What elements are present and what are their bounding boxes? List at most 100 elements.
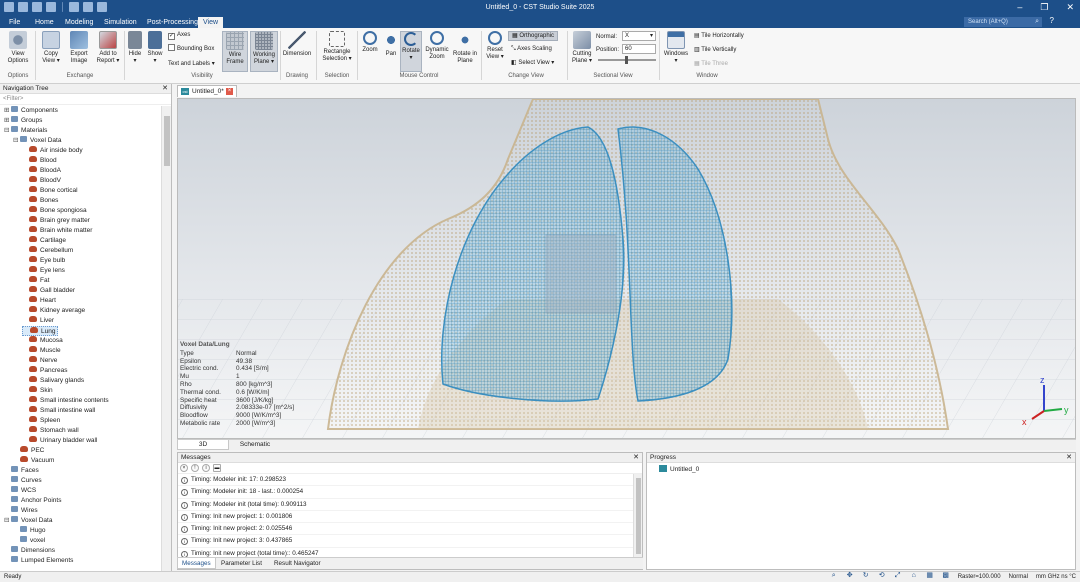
- tree-item[interactable]: Liver: [22, 316, 54, 326]
- tree-item[interactable]: BloodA: [22, 166, 61, 176]
- scrollbar-thumb[interactable]: [636, 478, 641, 554]
- tab-post-processing[interactable]: Post-Processing: [142, 17, 203, 28]
- position-input[interactable]: 60: [622, 44, 656, 54]
- rotate-button[interactable]: Rotate ▾: [400, 31, 422, 72]
- position-slider-thumb[interactable]: [625, 56, 628, 64]
- tree-item[interactable]: Curves: [4, 476, 42, 486]
- tree-item[interactable]: Eye bulb: [22, 256, 65, 266]
- close-icon[interactable]: ✕: [1066, 2, 1074, 12]
- message-row[interactable]: i Timing: Modeler init: 17: 0.298523: [178, 474, 634, 487]
- zoom-icon[interactable]: ⌕: [830, 572, 838, 580]
- zoom-button[interactable]: Zoom: [360, 31, 380, 54]
- tab-result-navigator[interactable]: Result Navigator: [270, 558, 325, 569]
- 3d-viewport[interactable]: z y x Voxel Data/Lung Type Normal Epsilon 4…: [177, 98, 1076, 439]
- tree-item[interactable]: Faces: [4, 466, 39, 476]
- tree-item[interactable]: Nerve: [22, 356, 57, 366]
- tree-item[interactable]: Heart: [22, 296, 56, 306]
- rotate-in-plane-button[interactable]: Rotate in Plane: [452, 31, 478, 65]
- tree-item[interactable]: Cartilage: [22, 236, 66, 246]
- dimension-button[interactable]: Dimension: [282, 31, 312, 58]
- message-row[interactable]: i Timing: Init new project: 3: 0.437865: [178, 535, 634, 548]
- tree-item[interactable]: Eye lens: [22, 266, 65, 276]
- tree-item[interactable]: Urinary bladder wall: [22, 436, 97, 446]
- tab-home[interactable]: Home: [30, 17, 59, 28]
- flag-icon[interactable]: ▬: [213, 464, 221, 472]
- tree-item[interactable]: PEC: [13, 446, 44, 456]
- export-image-button[interactable]: Export Image: [66, 31, 92, 65]
- pan-icon[interactable]: ✥: [846, 572, 854, 580]
- warning-filter-icon[interactable]: !: [191, 464, 199, 472]
- view-options-button[interactable]: View Options: [4, 31, 32, 65]
- working-plane-button[interactable]: Working Plane ▾: [250, 31, 278, 72]
- expand-toggle-icon[interactable]: ⊟: [4, 126, 11, 136]
- tab-view[interactable]: View: [198, 17, 224, 28]
- info-filter-icon[interactable]: i: [202, 464, 210, 472]
- normal-select[interactable]: X ▾: [622, 31, 656, 41]
- close-icon[interactable]: ✕: [162, 84, 168, 94]
- tree-item[interactable]: Dimensions: [4, 546, 55, 556]
- tree-scrollbar[interactable]: [161, 106, 171, 571]
- reset-view-button[interactable]: Reset View ▾: [484, 31, 506, 61]
- tree-item[interactable]: Spleen: [22, 416, 60, 426]
- tree-item[interactable]: Salivary glands: [22, 376, 84, 386]
- message-row[interactable]: i Timing: Modeler init: 18 - last.: 0.000…: [178, 486, 634, 499]
- tree-item[interactable]: Bone cortical: [22, 186, 78, 196]
- tree-item[interactable]: Vacuum: [13, 456, 54, 466]
- tree-item[interactable]: BloodV: [22, 176, 61, 186]
- tab-schematic[interactable]: Schematic: [229, 440, 281, 450]
- tree-item[interactable]: ⊞ Groups: [4, 116, 42, 126]
- tree-item[interactable]: Blood: [22, 156, 57, 166]
- messages-scrollbar[interactable]: [633, 474, 642, 558]
- close-icon[interactable]: ✕: [1066, 453, 1072, 463]
- tab-modeling[interactable]: Modeling: [60, 17, 98, 28]
- rotate-dropdown[interactable]: ▾: [409, 55, 412, 61]
- tree-item[interactable]: Small intestine wall: [22, 406, 95, 416]
- tree-item[interactable]: voxel: [13, 536, 45, 546]
- tree-item[interactable]: WCS: [4, 486, 36, 496]
- tree-item[interactable]: Cerebellum: [22, 246, 73, 256]
- tree-item[interactable]: Bone spongiosa: [22, 206, 87, 216]
- tree-item[interactable]: Lung: [22, 326, 59, 336]
- tree-item[interactable]: Lumped Elements: [4, 556, 73, 566]
- tree-item[interactable]: Skin: [22, 386, 53, 396]
- help-icon[interactable]: ?: [1050, 16, 1054, 25]
- cutting-plane-button[interactable]: Cutting Plane ▾: [570, 31, 594, 65]
- rectangle-selection-button[interactable]: Rectangle Selection ▾: [320, 31, 354, 63]
- tab-3d[interactable]: 3D: [177, 440, 229, 450]
- message-row[interactable]: i Timing: Init new project: 1: 0.001806: [178, 511, 634, 524]
- tree-item[interactable]: Stomach wall: [22, 426, 79, 436]
- expand-toggle-icon[interactable]: ⊞: [4, 106, 11, 116]
- tree-item[interactable]: Kidney average: [22, 306, 85, 316]
- scrollbar-thumb[interactable]: [164, 116, 170, 166]
- tree-item[interactable]: Bones: [22, 196, 58, 206]
- tree-item[interactable]: Small intestine contents: [22, 396, 109, 406]
- expand-toggle-icon[interactable]: ⊟: [13, 136, 20, 146]
- tree-item[interactable]: Pancreas: [22, 366, 67, 376]
- document-tab[interactable]: cst Untitled_0* ×: [177, 85, 237, 97]
- tile-three-button[interactable]: ▦ Tile Three: [694, 60, 728, 68]
- message-row[interactable]: i Timing: Modeler init (total time): 0.90…: [178, 499, 634, 511]
- clear-messages-icon[interactable]: ×: [180, 464, 188, 472]
- minimize-icon[interactable]: –: [1017, 2, 1022, 12]
- tree-item[interactable]: Brain grey matter: [22, 216, 90, 226]
- tree-item[interactable]: Anchor Points: [4, 496, 61, 506]
- tab-file[interactable]: File: [4, 17, 25, 28]
- tree-item[interactable]: Fat: [22, 276, 49, 286]
- reset-view-icon[interactable]: ⌂: [910, 572, 918, 580]
- tab-messages[interactable]: Messages: [177, 558, 216, 569]
- nav-filter-input[interactable]: <Filter>: [0, 94, 171, 105]
- axes-scaling-button[interactable]: ⤡ Axes Scaling: [511, 45, 552, 53]
- dynamic-zoom-button[interactable]: Dynamic Zoom: [424, 31, 450, 61]
- tile-horizontally-button[interactable]: ▤ Tile Horizontally: [694, 32, 744, 40]
- rotate-icon[interactable]: ↻: [862, 572, 870, 580]
- wireframe-icon[interactable]: ▦: [926, 572, 934, 580]
- add-to-report-button[interactable]: Add to Report ▾: [94, 31, 122, 65]
- close-icon[interactable]: ×: [226, 88, 233, 95]
- tab-simulation[interactable]: Simulation: [99, 17, 142, 28]
- tree-item[interactable]: Wires: [4, 506, 38, 516]
- wire-frame-button[interactable]: Wire Frame: [222, 31, 248, 72]
- pan-button[interactable]: Pan: [382, 31, 400, 58]
- rotate-in-plane-icon[interactable]: ⟲: [878, 572, 886, 580]
- tree-item[interactable]: Muscle: [22, 346, 61, 356]
- progress-item[interactable]: Untitled_0: [659, 465, 699, 474]
